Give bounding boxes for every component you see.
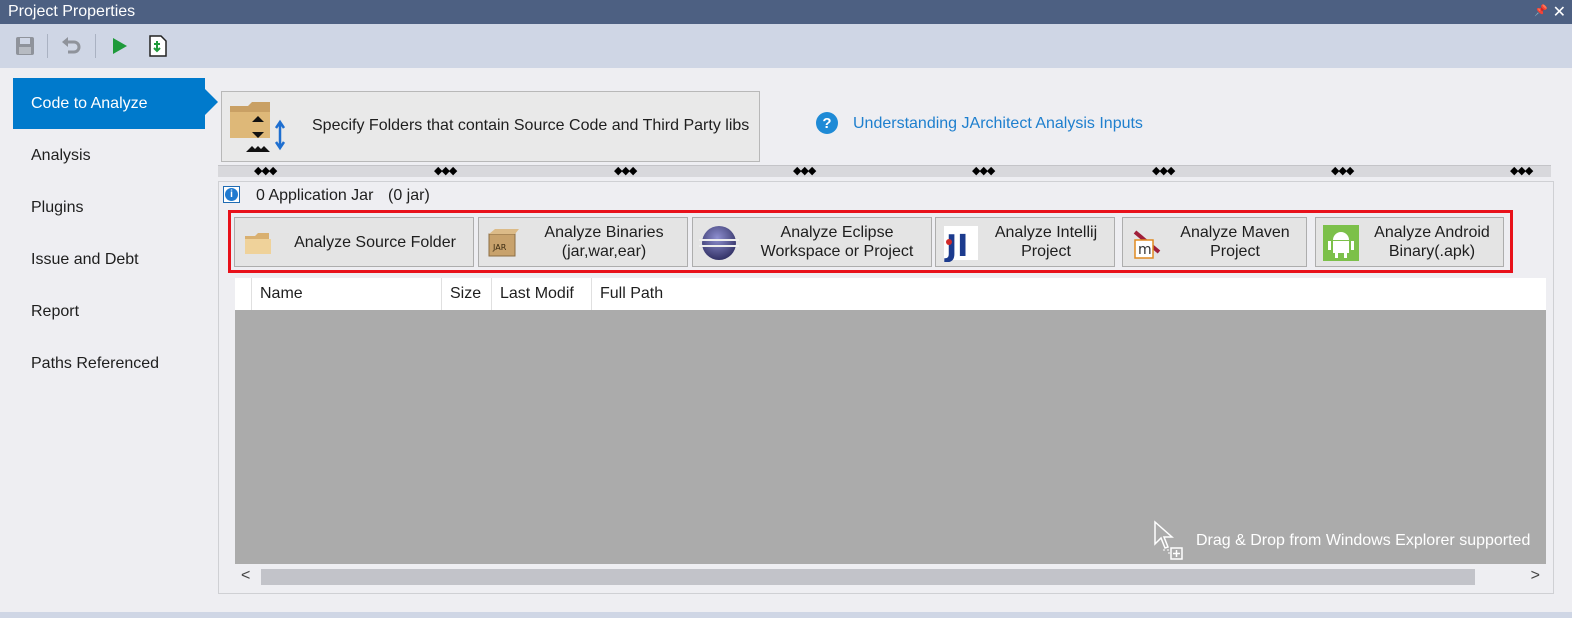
toolbar-separator — [47, 34, 48, 58]
eclipse-icon — [699, 224, 739, 262]
main-content: Specify Folders that contain Source Code… — [218, 68, 1572, 618]
grid-header: Name Size Last Modif Full Path — [235, 278, 1546, 310]
analyze-button-label: Analyze Eclipse Workspace or Project — [760, 224, 914, 260]
analyze-binaries-button[interactable]: JAR Analyze Binaries (jar,war,ear) — [478, 217, 688, 267]
analyze-source-folder-button[interactable]: Analyze Source Folder — [234, 217, 474, 267]
analyze-button-label: Analyze Maven Project — [1180, 224, 1290, 260]
sidebar-item-label: Report — [31, 302, 80, 320]
android-icon — [1322, 224, 1360, 262]
analyze-button-label: Analyze Binaries (jar,war,ear) — [544, 224, 664, 260]
analyze-intellij-button[interactable]: JI Analyze Intellij Project — [935, 217, 1115, 267]
column-header-full-path[interactable]: Full Path — [591, 278, 1546, 310]
intellij-icon: JI — [942, 224, 980, 264]
splitter-grip: ◆◆◆ — [1152, 165, 1175, 177]
toolbar — [0, 24, 1572, 68]
splitter-grip: ◆◆◆ — [254, 165, 277, 177]
help-icon[interactable]: ? — [816, 112, 838, 134]
maven-icon: m — [1129, 224, 1167, 262]
splitter-bar[interactable]: ◆◆◆ ◆◆◆ ◆◆◆ ◆◆◆ ◆◆◆ ◆◆◆ ◆◆◆ ◆◆◆ — [218, 165, 1551, 177]
pin-icon[interactable]: 📌 — [1534, 4, 1548, 17]
splitter-grip: ◆◆◆ — [793, 165, 816, 177]
sidebar-item-paths-referenced[interactable]: Paths Referenced — [13, 338, 205, 389]
analyze-maven-button[interactable]: m Analyze Maven Project — [1122, 217, 1307, 267]
sidebar-item-label: Analysis — [31, 146, 91, 164]
splitter-grip: ◆◆◆ — [434, 165, 457, 177]
sidebar-item-label: Paths Referenced — [31, 354, 160, 372]
drag-drop-hint: Drag & Drop from Windows Explorer suppor… — [1196, 532, 1531, 549]
undo-icon[interactable] — [58, 33, 84, 59]
scroll-left-icon[interactable]: < — [241, 567, 250, 585]
bottom-border — [0, 612, 1572, 618]
specify-folders-label: Specify Folders that contain Source Code… — [312, 117, 750, 134]
folder-resize-icon — [226, 96, 292, 158]
sidebar-item-label: Code to Analyze — [31, 94, 148, 112]
sidebar-item-plugins[interactable]: Plugins — [13, 182, 205, 233]
sidebar-item-report[interactable]: Report — [13, 286, 205, 337]
sidebar-item-label: Issue and Debt — [31, 250, 139, 268]
analyze-buttons-row: Analyze Source Folder JAR Analyze Binari… — [228, 210, 1513, 273]
sidebar: Code to Analyze Analysis Plugins Issue a… — [0, 68, 218, 618]
column-header-last-modif[interactable]: Last Modif — [491, 278, 591, 310]
files-grid[interactable]: Name Size Last Modif Full Path Drag & Dr… — [235, 278, 1546, 564]
folder-icon — [241, 224, 279, 262]
analysis-inputs-help-link[interactable]: Understanding JArchitect Analysis Inputs — [853, 115, 1143, 133]
analyze-android-button[interactable]: Analyze Android Binary(.apk) — [1315, 217, 1504, 267]
sidebar-item-label: Plugins — [31, 198, 84, 216]
splitter-grip: ◆◆◆ — [614, 165, 637, 177]
splitter-grip: ◆◆◆ — [1331, 165, 1354, 177]
floppy-disk-icon[interactable] — [12, 33, 38, 59]
application-jar-panel: i 0 Application Jar (0 jar) Analyze Sour… — [218, 181, 1554, 594]
column-header-name[interactable]: Name — [251, 278, 441, 310]
splitter-grip: ◆◆◆ — [1510, 165, 1533, 177]
sidebar-item-code-to-analyze[interactable]: Code to Analyze — [13, 78, 205, 129]
active-item-pointer — [205, 89, 218, 115]
play-icon[interactable] — [106, 33, 132, 59]
specify-folders-button[interactable]: Specify Folders that contain Source Code… — [221, 91, 760, 162]
analyze-eclipse-button[interactable]: Analyze Eclipse Workspace or Project — [692, 217, 932, 267]
sidebar-item-issue-and-debt[interactable]: Issue and Debt — [13, 234, 205, 285]
window-title: Project Properties — [8, 3, 136, 20]
analyze-button-label: Analyze Android Binary(.apk) — [1374, 224, 1490, 260]
analyze-button-label: Analyze Intellij Project — [994, 224, 1098, 260]
scrollbar-thumb[interactable] — [261, 569, 1475, 585]
svg-text:JAR: JAR — [492, 243, 507, 252]
scroll-right-icon[interactable]: > — [1531, 567, 1540, 585]
export-document-icon[interactable] — [145, 33, 171, 59]
svg-text:m: m — [1138, 242, 1152, 258]
drag-drop-cursor-icon — [1153, 520, 1187, 560]
close-icon[interactable]: ✕ — [1553, 2, 1566, 22]
splitter-grip: ◆◆◆ — [972, 165, 995, 177]
analyze-button-label: Analyze Source Folder — [294, 233, 456, 251]
sidebar-item-analysis[interactable]: Analysis — [13, 130, 205, 181]
horizontal-scrollbar[interactable]: < > — [235, 565, 1546, 589]
application-jar-count-label: 0 Application Jar — [256, 187, 374, 204]
column-header-size[interactable]: Size — [441, 278, 491, 310]
toolbar-separator — [95, 34, 96, 58]
info-icon: i — [223, 186, 240, 203]
title-bar: Project Properties 📌 ✕ — [0, 0, 1572, 24]
jar-box-icon: JAR — [485, 224, 523, 262]
svg-text:JI: JI — [944, 229, 968, 262]
jar-count: (0 jar) — [388, 187, 430, 204]
